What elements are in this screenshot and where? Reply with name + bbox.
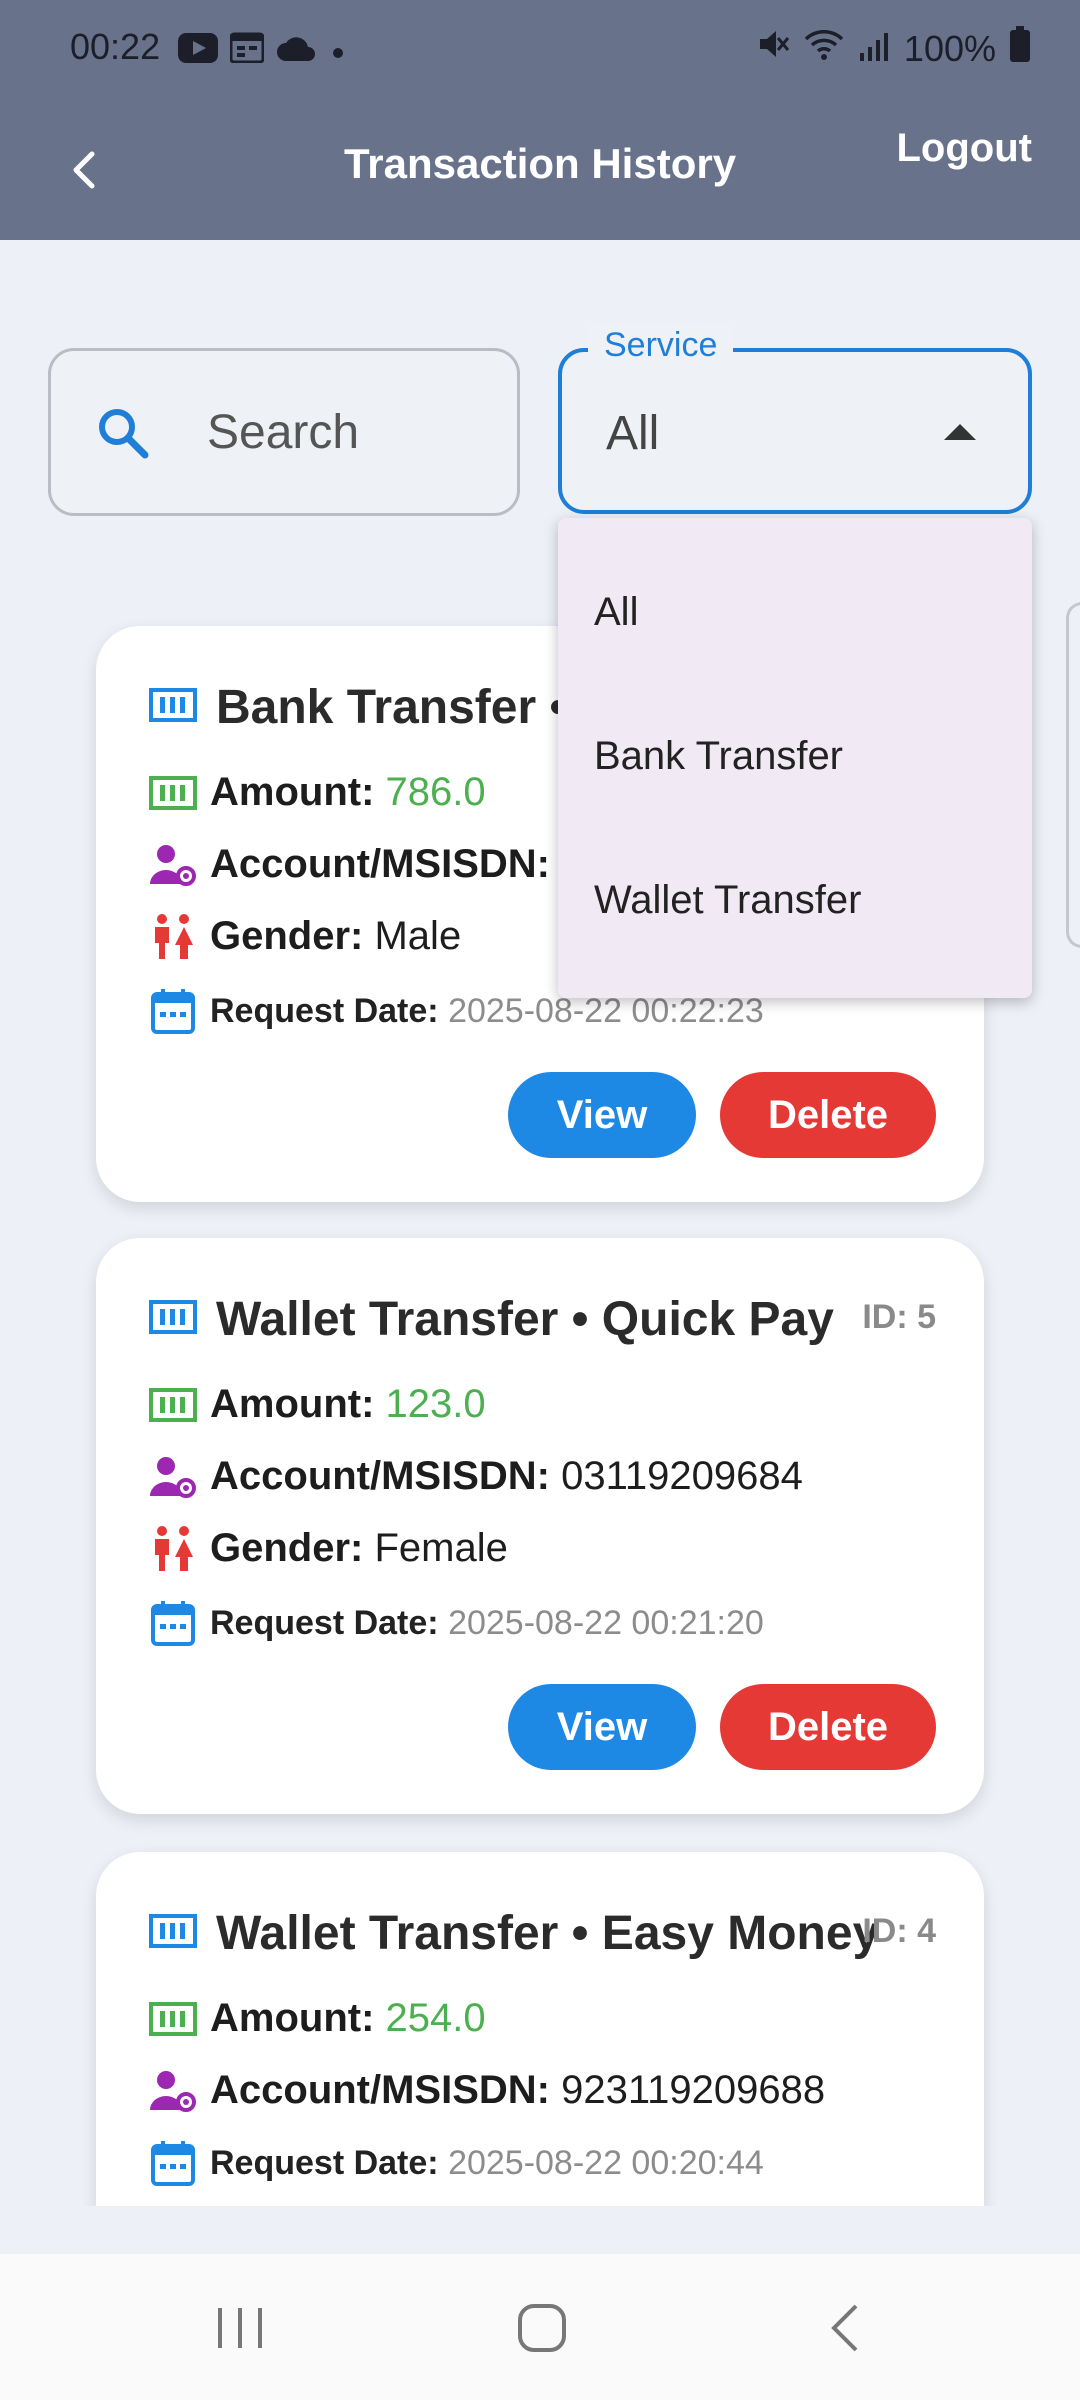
system-nav-bar xyxy=(0,2254,1080,2400)
signal-icon xyxy=(858,28,890,70)
transaction-card: Wallet Transfer • Quick Pay ID: 5 Amount… xyxy=(96,1238,984,1814)
amount-value: 254.0 xyxy=(385,1996,486,2040)
account-value: 923119209688 xyxy=(561,2068,826,2112)
home-button[interactable] xyxy=(514,2302,570,2359)
amount-row: Amount: 123.0 xyxy=(210,1382,486,1427)
calendar-icon xyxy=(148,1598,198,1648)
calendar-notification-icon xyxy=(229,30,265,72)
dot-icon xyxy=(328,30,348,72)
service-selected-value: All xyxy=(606,407,660,460)
transaction-id: ID: 4 xyxy=(862,1912,936,1950)
transaction-title: Wallet Transfer • Quick Pay xyxy=(216,1293,834,1346)
service-label: Service xyxy=(588,326,734,365)
amount-value: 123.0 xyxy=(385,1382,486,1426)
gender-value: Female xyxy=(374,1526,508,1570)
back-icon xyxy=(831,2304,858,2352)
home-icon xyxy=(518,2304,566,2352)
calendar-icon xyxy=(148,986,198,1036)
wifi-icon xyxy=(804,27,844,70)
service-dropdown-menu: All Bank Transfer Wallet Transfer xyxy=(558,518,1032,998)
search-input[interactable]: Search xyxy=(48,348,520,516)
caret-up-icon[interactable] xyxy=(944,424,976,440)
amount-row: Amount: 786.0 xyxy=(210,770,486,815)
menu-item-bank-transfer[interactable]: Bank Transfer xyxy=(594,734,843,779)
amount-label: Amount: xyxy=(210,1996,375,2040)
gender-label: Gender: xyxy=(210,1526,364,1570)
view-button[interactable]: View xyxy=(508,1684,696,1770)
delete-button[interactable]: Delete xyxy=(720,1072,936,1158)
view-button[interactable]: View xyxy=(508,1072,696,1158)
battery-level: 100% xyxy=(903,27,996,69)
account-label: Account/MSISDN: xyxy=(210,2068,550,2112)
delete-button[interactable]: Delete xyxy=(720,1684,936,1770)
account-row: Account/MSISDN: 923119209688 xyxy=(210,2068,825,2113)
status-bar: 00:22 100% xyxy=(0,0,1080,96)
account-label: Account/MSISDN: xyxy=(210,1454,550,1498)
card-clip: Wallet Transfer • Easy Money ID: 4 Amoun… xyxy=(0,1840,1080,2206)
recent-apps-button[interactable] xyxy=(212,2302,268,2359)
transaction-title: Wallet Transfer • Easy Money xyxy=(216,1907,880,1960)
logout-button[interactable]: Logout xyxy=(897,126,1033,171)
money-green-icon xyxy=(148,1994,198,2044)
money-green-icon xyxy=(148,768,198,818)
user-settings-icon xyxy=(148,840,198,890)
user-settings-icon xyxy=(148,2066,198,2116)
request-date-label: Request Date: xyxy=(210,1604,439,1642)
request-date-value: 2025-08-22 00:20:44 xyxy=(448,2144,764,2182)
recents-icon xyxy=(218,2308,262,2348)
app-header: 00:22 100% Transaction History Logout xyxy=(0,0,1080,240)
request-date-row: Request Date: 2025-08-22 00:21:20 xyxy=(210,1604,764,1643)
amount-value: 786.0 xyxy=(385,770,486,814)
money-icon xyxy=(148,1906,198,1956)
user-settings-icon xyxy=(148,1452,198,1502)
account-label: Account/MSISDN: xyxy=(210,842,550,886)
menu-item-wallet-transfer[interactable]: Wallet Transfer xyxy=(594,878,861,923)
amount-label: Amount: xyxy=(210,1382,375,1426)
calendar-icon xyxy=(148,2138,198,2188)
account-value: 03119209684 xyxy=(561,1454,803,1498)
gender-icon xyxy=(148,912,198,962)
youtube-icon xyxy=(178,30,218,72)
transaction-title: Bank Transfer • xyxy=(216,681,567,734)
amount-row: Amount: 254.0 xyxy=(210,1996,486,2041)
request-date-label: Request Date: xyxy=(210,992,439,1030)
request-date-label: Request Date: xyxy=(210,2144,439,2182)
search-placeholder: Search xyxy=(207,406,360,459)
mute-icon xyxy=(756,27,790,70)
gender-value: Male xyxy=(374,914,462,958)
request-date-row: Request Date: 2025-08-22 00:20:44 xyxy=(210,2144,764,2183)
gender-icon xyxy=(148,1524,198,1574)
account-row: Account/MSISDN: 03119209684 xyxy=(210,1454,803,1499)
request-date-value: 2025-08-22 00:21:20 xyxy=(448,1604,764,1642)
money-icon xyxy=(148,1292,198,1342)
gender-label: Gender: xyxy=(210,914,364,958)
cloud-icon xyxy=(276,30,316,72)
menu-item-all[interactable]: All xyxy=(594,590,638,635)
gender-row: Gender: Male xyxy=(210,914,461,959)
transaction-card: Wallet Transfer • Easy Money ID: 4 Amoun… xyxy=(96,1852,984,2206)
amount-label: Amount: xyxy=(210,770,375,814)
account-row: Account/MSISDN: xyxy=(210,842,550,887)
system-back-button[interactable] xyxy=(820,2302,876,2359)
transaction-id: ID: 5 xyxy=(862,1298,936,1336)
money-icon xyxy=(148,680,198,730)
status-time: 00:22 xyxy=(70,26,161,67)
battery-icon xyxy=(1010,26,1030,71)
gender-row: Gender: Female xyxy=(210,1526,508,1571)
search-icon xyxy=(93,403,153,468)
money-green-icon xyxy=(148,1380,198,1430)
adjacent-card-edge xyxy=(1066,602,1080,948)
